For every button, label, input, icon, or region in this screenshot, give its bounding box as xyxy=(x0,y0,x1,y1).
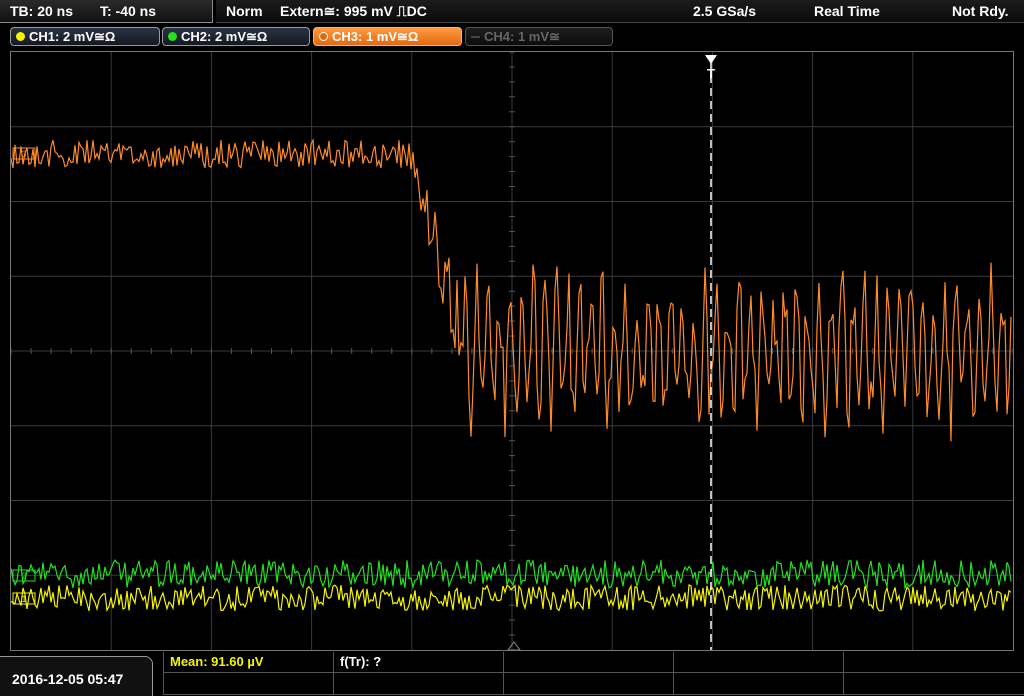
measurement-panel: Mean: 91.60 µV f(Tr): ? xyxy=(163,652,1024,695)
trigger-marker-label: T xyxy=(707,66,715,81)
rise-measurement-label: f(Tr): ? xyxy=(340,654,382,669)
timebase-label[interactable]: TB: 20 ns xyxy=(10,3,73,19)
timebase-box[interactable]: TB: 20 ns T: -40 ns xyxy=(0,0,213,23)
measurement-rise-cell[interactable]: f(Tr): ? xyxy=(333,652,503,673)
measurement-mean-cell[interactable]: Mean: 91.60 µV xyxy=(163,652,333,673)
ch4-indicator-icon xyxy=(471,36,480,38)
ch2-waveform xyxy=(11,558,1012,590)
horizontal-center-marker-icon xyxy=(507,641,521,650)
acquisition-info: Norm Extern≅: 995 mV ⎍DC 2.5 GSa/s Real … xyxy=(216,0,1024,23)
channel-tab-ch2[interactable]: CH2: 2 mV≅Ω xyxy=(162,27,310,46)
measurement-cell-3[interactable] xyxy=(503,652,673,673)
ch2-label: CH2: 2 mV≅Ω xyxy=(181,29,268,44)
ch3-label: CH3: 1 mV≅Ω xyxy=(332,29,419,44)
measurement-cell-8[interactable] xyxy=(503,673,673,695)
channel-tab-ch3[interactable]: CH3: 1 mV≅Ω xyxy=(313,27,462,46)
bottom-bar: 2016-12-05 05:47 Mean: 91.60 µV f(Tr): ? xyxy=(0,652,1024,696)
waveform-display[interactable]: T 3 2 1 xyxy=(10,51,1014,651)
graticule: T 3 2 1 xyxy=(11,52,1013,650)
trigger-marker-icon[interactable] xyxy=(705,55,717,64)
ch3-indicator-icon xyxy=(319,32,328,41)
sample-rate-label[interactable]: 2.5 GSa/s xyxy=(693,3,756,19)
ch4-label: CH4: 1 mV≅ xyxy=(484,29,560,44)
channel-tab-ch1[interactable]: CH1: 2 mV≅Ω xyxy=(10,27,160,46)
datetime-box: 2016-12-05 05:47 xyxy=(0,656,153,696)
ch2-indicator-icon xyxy=(168,32,177,41)
measurement-cell-4[interactable] xyxy=(673,652,843,673)
ch1-tag-label: 1 xyxy=(21,594,26,604)
channel-tab-ch4[interactable]: CH4: 1 mV≅ xyxy=(465,27,613,46)
measurement-cell-9[interactable] xyxy=(673,673,843,695)
measurement-cell-7[interactable] xyxy=(333,673,503,695)
datetime-label: 2016-12-05 05:47 xyxy=(12,671,124,687)
ch1-indicator-icon xyxy=(16,32,25,41)
trigger-offset-label[interactable]: T: -40 ns xyxy=(100,3,156,19)
status-bar: TB: 20 ns T: -40 ns Norm Extern≅: 995 mV… xyxy=(0,0,1024,24)
measurement-cell-5[interactable] xyxy=(843,652,1024,673)
mean-measurement-label: Mean: 91.60 µV xyxy=(170,654,264,669)
trigger-mode-label[interactable]: Norm xyxy=(226,3,263,19)
ch1-waveform xyxy=(11,583,1012,613)
measurement-cell-6[interactable] xyxy=(163,673,333,695)
measurement-cell-10[interactable] xyxy=(843,673,1024,695)
trigger-source-label[interactable]: Extern≅: 995 mV ⎍DC xyxy=(280,3,427,20)
channel-tabs: CH1: 2 mV≅Ω CH2: 2 mV≅Ω CH3: 1 mV≅Ω CH4:… xyxy=(0,25,1024,49)
ch1-label: CH1: 2 mV≅Ω xyxy=(29,29,116,44)
ch2-tag-label: 2 xyxy=(21,571,26,581)
ch3-tag-label: 3 xyxy=(21,149,26,159)
acquisition-mode-label[interactable]: Real Time xyxy=(814,3,880,19)
status-label: Not Rdy. xyxy=(952,3,1009,19)
